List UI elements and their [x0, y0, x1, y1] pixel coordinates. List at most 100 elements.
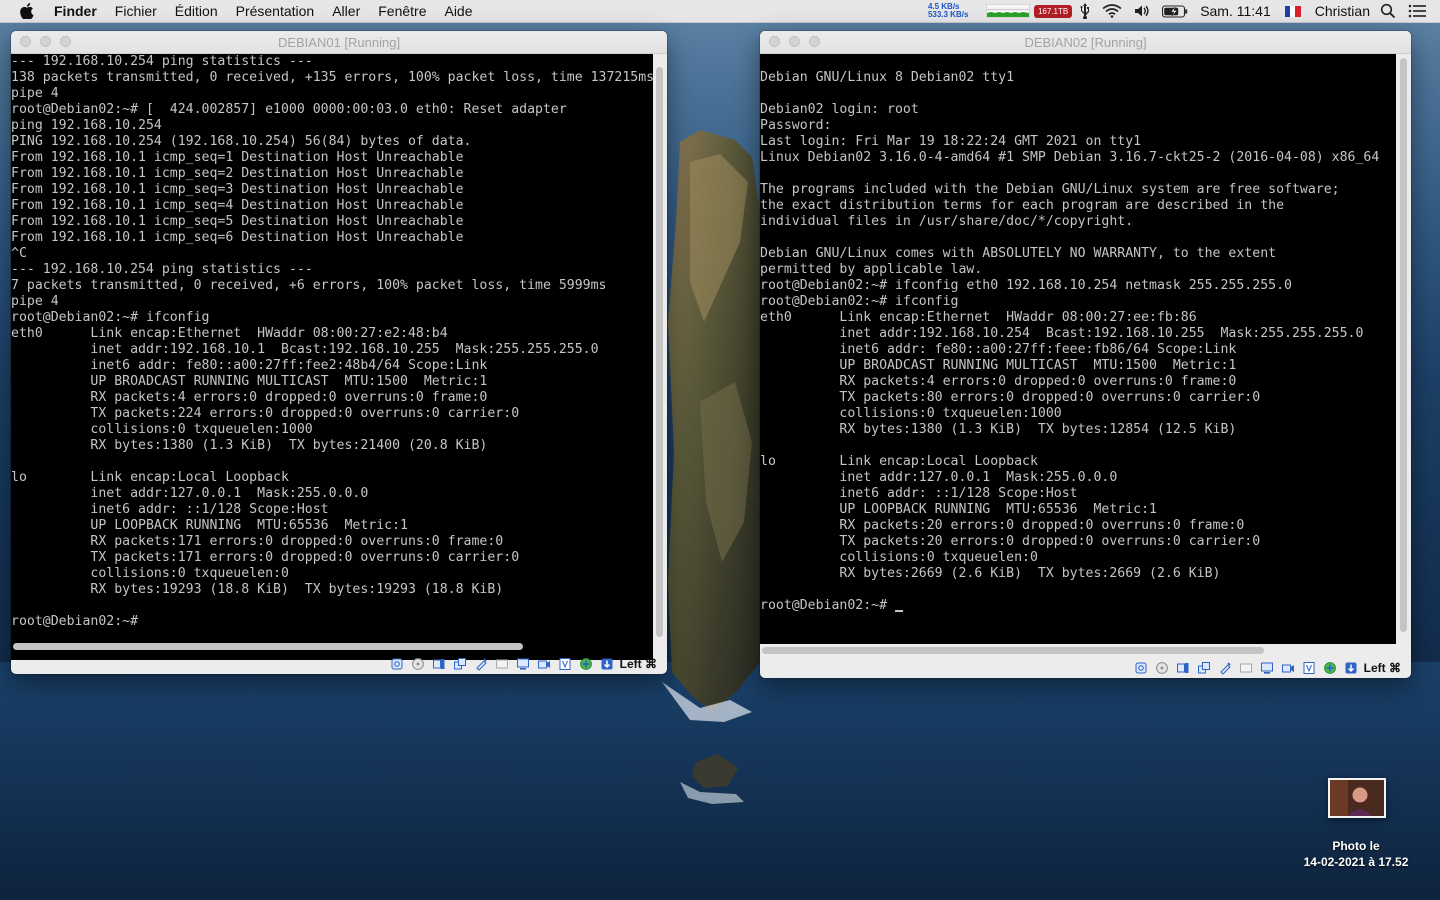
network-graph-icon[interactable] [985, 4, 1030, 18]
vertical-scrollbar[interactable] [1400, 58, 1407, 632]
menu-extras: 4.5 KB/s 533.3 KB/s 167.1TB Sam. 11:41 C… [928, 0, 1440, 22]
menu-edition[interactable]: Édition [175, 3, 218, 19]
photo-label-line2: 14-02-2021 à 17.52 [1303, 855, 1409, 869]
vertical-scrollbar[interactable] [656, 67, 663, 637]
menu-fichier[interactable]: Fichier [115, 3, 157, 19]
desktop-photo-thumbnail[interactable] [1328, 778, 1386, 818]
apple-icon[interactable] [20, 3, 38, 19]
text-cursor [894, 610, 903, 612]
clock[interactable]: Sam. 11:41 [1200, 3, 1271, 19]
terminal-output[interactable]: Debian GNU/Linux 8 Debian02 tty1 Debian0… [760, 54, 1396, 614]
menu-aller[interactable]: Aller [332, 3, 360, 19]
terminal-line: inet addr:127.0.0.1 Mask:255.0.0.0 [760, 470, 1118, 485]
terminal-line: --- 192.168.10.254 ping statistics --- [11, 54, 313, 69]
display-icon[interactable] [1260, 661, 1274, 675]
usb-icon[interactable] [474, 657, 488, 671]
display-icon[interactable] [516, 657, 530, 671]
window-title: DEBIAN01 [Running] [277, 35, 401, 50]
terminal-line: RX bytes:2669 (2.6 KiB) TX bytes:2669 (2… [760, 566, 1221, 581]
audio-icon[interactable] [1176, 661, 1190, 675]
terminal-line: The programs included with the Debian GN… [760, 182, 1340, 197]
terminal-line: TX packets:224 errors:0 dropped:0 overru… [11, 406, 520, 421]
usb-icon[interactable] [1218, 661, 1232, 675]
terminal-line: UP BROADCAST RUNNING MULTICAST MTU:1500 … [11, 374, 488, 389]
terminal-line: collisions:0 txqueuelen:1000 [11, 422, 313, 437]
terminal-line: RX bytes:1380 (1.3 KiB) TX bytes:12854 (… [760, 422, 1237, 437]
terminal-line: Password: [760, 118, 832, 133]
audio-icon[interactable] [432, 657, 446, 671]
terminal-line: root@Debian02:~# [11, 614, 139, 629]
shared-folder-icon[interactable] [1239, 661, 1253, 675]
terminal-line: From 192.168.10.1 icmp_seq=4 Destination… [11, 198, 464, 213]
terminal-line: From 192.168.10.1 icmp_seq=5 Destination… [11, 214, 464, 229]
terminal-line: inet addr:127.0.0.1 Mask:255.0.0.0 [11, 486, 369, 501]
menu-fenetre[interactable]: Fenêtre [378, 3, 426, 19]
recording-icon[interactable] [579, 657, 593, 671]
host-key-label[interactable]: Left ⌘ [1364, 661, 1401, 675]
horizontal-scrollbar[interactable] [13, 643, 523, 650]
user-name[interactable]: Christian [1315, 3, 1370, 19]
terminal-line: inet6 addr: ::1/128 Scope:Host [11, 502, 329, 517]
terminal-line: From 192.168.10.1 icmp_seq=6 Destination… [11, 230, 464, 245]
terminal-line: --- 192.168.10.254 ping statistics --- [11, 262, 313, 277]
network-speed[interactable]: 4.5 KB/s 533.3 KB/s [928, 3, 982, 19]
menu-app-finder[interactable]: Finder [54, 3, 97, 19]
titlebar[interactable]: DEBIAN01 [Running] [11, 31, 667, 54]
terminal-line: root@Debian02:~# ifconfig eth0 192.168.1… [760, 278, 1292, 293]
photo-preview-icon [1330, 780, 1384, 816]
battery-icon[interactable] [1162, 4, 1188, 18]
recording-icon[interactable] [1323, 661, 1337, 675]
terminal-line: lo Link encap:Local Loopback [760, 454, 1038, 469]
titlebar[interactable]: DEBIAN02 [Running] [760, 31, 1411, 54]
volume-icon[interactable] [1134, 4, 1150, 18]
video-capture-icon[interactable] [537, 657, 551, 671]
vm-window-debian02[interactable]: DEBIAN02 [Running] Debian GNU/Linux 8 De… [760, 31, 1411, 678]
terminal-line: Debian GNU/Linux comes with ABSOLUTELY N… [760, 246, 1277, 261]
mouse-integration-icon[interactable] [1344, 661, 1358, 675]
terminal-line: From 192.168.10.1 icmp_seq=2 Destination… [11, 166, 464, 181]
optical-drive-icon[interactable] [1155, 661, 1169, 675]
terminal-line: RX packets:171 errors:0 dropped:0 overru… [11, 534, 504, 549]
wifi-icon[interactable] [1102, 4, 1122, 18]
vm-screen[interactable]: Debian GNU/Linux 8 Debian02 tty1 Debian0… [760, 54, 1396, 644]
horizontal-scrollbar[interactable] [762, 647, 1264, 654]
terminal-line: From 192.168.10.1 icmp_seq=1 Destination… [11, 150, 464, 165]
vm-status-bar: Left ⌘ [760, 658, 1411, 678]
hard-disk-icon[interactable] [1134, 661, 1148, 675]
menu-presentation[interactable]: Présentation [236, 3, 315, 19]
net-download: 533.3 KB/s [927, 10, 969, 19]
french-flag-icon[interactable] [1284, 5, 1301, 17]
terminal-line: UP LOOPBACK RUNNING MTU:65536 Metric:1 [11, 518, 408, 533]
terminal-line: inet addr:192.168.10.254 Bcast:192.168.1… [760, 326, 1364, 341]
terminal-line: Debian02 login: root [760, 102, 919, 117]
terminal-line: lo Link encap:Local Loopback [11, 470, 289, 485]
vm-screen[interactable]: --- 192.168.10.254 ping statistics --- 1… [11, 54, 653, 660]
temperature-badge[interactable]: 167.1TB [1033, 4, 1073, 18]
optical-drive-icon[interactable] [411, 657, 425, 671]
terminal-line: pipe 4 [11, 86, 59, 101]
cpu-icon[interactable] [1302, 661, 1316, 675]
menu-aide[interactable]: Aide [444, 3, 472, 19]
terminal-line: RX packets:4 errors:0 dropped:0 overruns… [760, 374, 1237, 389]
terminal-line: pipe 4 [11, 294, 59, 309]
host-key-label[interactable]: Left ⌘ [620, 657, 657, 671]
network-icon[interactable] [453, 657, 467, 671]
hard-disk-icon[interactable] [390, 657, 404, 671]
menu-bar: Finder Fichier Édition Présentation Alle… [0, 0, 1440, 23]
desktop-photo-label[interactable]: Photo le 14-02-2021 à 17.52 [1280, 838, 1432, 870]
list-icon[interactable] [1408, 4, 1426, 18]
terminal-line: RX bytes:19293 (18.8 KiB) TX bytes:19293… [11, 582, 504, 597]
terminal-line: 138 packets transmitted, 0 received, +13… [11, 70, 653, 85]
mouse-integration-icon[interactable] [600, 657, 614, 671]
vm-window-debian01[interactable]: DEBIAN01 [Running] --- 192.168.10.254 pi… [11, 31, 667, 674]
video-capture-icon[interactable] [1281, 661, 1295, 675]
search-icon[interactable] [1380, 3, 1396, 19]
cpu-icon[interactable] [558, 657, 572, 671]
terminal-output[interactable]: --- 192.168.10.254 ping statistics --- 1… [11, 54, 653, 630]
terminal-line: Linux Debian02 3.16.0-4-amd64 #1 SMP Deb… [760, 150, 1380, 165]
network-icon[interactable] [1197, 661, 1211, 675]
terminal-line: eth0 Link encap:Ethernet HWaddr 08:00:27… [11, 326, 448, 341]
terminal-line: TX packets:171 errors:0 dropped:0 overru… [11, 550, 520, 565]
shared-folder-icon[interactable] [495, 657, 509, 671]
usb-icon[interactable] [1080, 3, 1090, 19]
